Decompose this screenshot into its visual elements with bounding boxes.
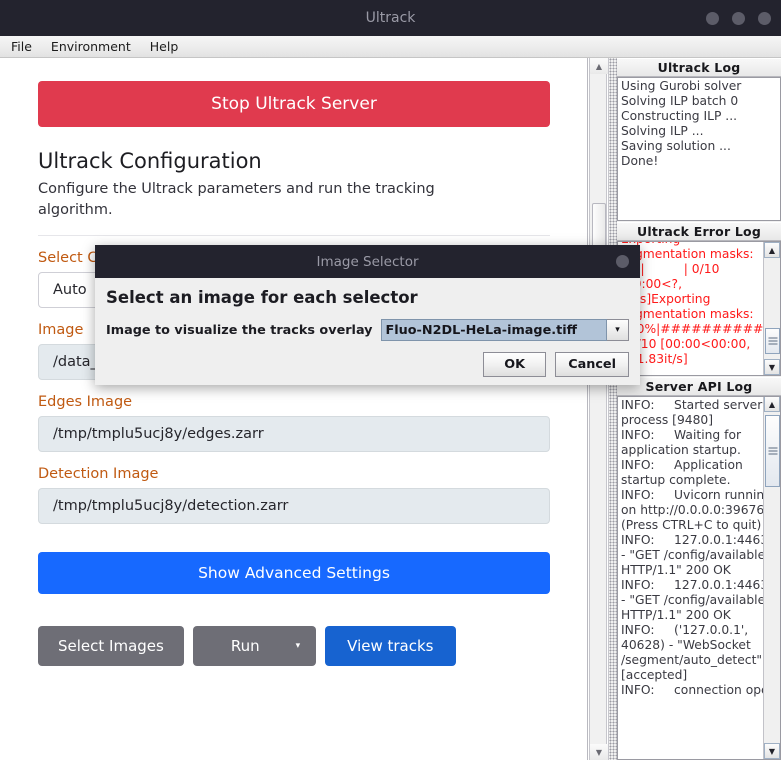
maximize-icon[interactable] [732,11,745,25]
scroll-down-icon[interactable]: ▼ [590,744,608,760]
run-split-button: Run ▾ [192,626,317,667]
chevron-down-icon[interactable]: ▾ [607,319,629,341]
page-title: Ultrack Configuration [38,149,262,173]
select-images-button[interactable]: Select Images [38,626,184,667]
pane-splitter[interactable] [608,58,617,760]
scrollbar-grip-icon [768,337,777,345]
ultrack-config-pane: Stop Ultrack Server Ultrack Configuratio… [0,58,588,760]
image-selector-dialog: Image Selector Select an image for each … [95,245,640,385]
scrollbar-thumb[interactable] [765,328,780,354]
dialog-button-row: OK Cancel [483,352,629,377]
combobox-value[interactable]: Fluo-N2DL-HeLa-image.tiff [380,319,607,341]
ok-button[interactable]: OK [483,352,547,377]
cancel-button[interactable]: Cancel [555,352,629,377]
show-advanced-settings-button[interactable]: Show Advanced Settings [38,552,550,595]
image-selector-row: Image to visualize the tracks overlay Fl… [106,319,629,341]
ultrack-log-text: Using Gurobi solver Solving ILP batch 0 … [621,79,742,168]
scroll-down-icon[interactable]: ▼ [764,743,780,759]
menubar: File Environment Help [0,36,781,58]
main-pane-scrollbar[interactable]: ▲ ▼ [589,58,608,760]
action-button-row: Select Images Run ▾ View tracks [38,626,550,667]
close-icon[interactable] [758,11,771,25]
server-log-scrollbar[interactable]: ▲ ▼ [763,397,780,759]
chevron-down-icon[interactable]: ▾ [294,641,317,651]
ultrack-error-log-text: 1.77it/s] Exporting segmentation masks: … [621,242,768,366]
server-api-log-text: INFO: Started server process [9480] INFO… [621,398,777,697]
scroll-up-icon[interactable]: ▲ [764,242,780,258]
menu-environment[interactable]: Environment [47,38,140,55]
minimize-icon[interactable] [706,11,719,25]
scroll-up-icon[interactable]: ▲ [764,397,780,412]
run-button[interactable]: Run [193,626,294,666]
application-window: Ultrack File Environment Help Stop Ultra… [0,0,781,760]
window-controls [706,0,771,36]
dialog-titlebar: Image Selector [95,245,640,278]
field-label-detection-image: Detection Image [38,466,159,483]
section-divider [38,235,550,237]
server-api-log-body[interactable]: INFO: Started server process [9480] INFO… [617,396,781,760]
menu-help[interactable]: Help [146,38,188,55]
ultrack-error-log-group: Ultrack Error Log 1.77it/s] Exporting se… [617,222,781,376]
ultrack-log-body[interactable]: Using Gurobi solver Solving ILP batch 0 … [617,77,781,221]
close-icon[interactable] [616,255,629,268]
ultrack-log-group: Ultrack Log Using Gurobi solver Solving … [617,58,781,221]
scroll-up-icon[interactable]: ▲ [590,58,608,74]
view-tracks-button[interactable]: View tracks [325,626,456,667]
window-titlebar: Ultrack [0,0,781,36]
edges-image-path-field[interactable]: /tmp/tmplu5ucj8y/edges.zarr [38,416,550,453]
logs-pane: Ultrack Log Using Gurobi solver Solving … [617,58,781,760]
server-api-log-group: Server API Log INFO: Started server proc… [617,377,781,760]
scrollbar-thumb[interactable] [765,415,780,487]
dialog-title: Image Selector [316,253,419,270]
field-label-edges-image: Edges Image [38,394,133,411]
page-description: Configure the Ultrack parameters and run… [38,181,435,219]
menu-file[interactable]: File [7,38,41,55]
detection-image-path-field[interactable]: /tmp/tmplu5ucj8y/detection.zarr [38,488,550,525]
error-log-scrollbar[interactable]: ▲ ▼ [763,242,780,375]
server-api-log-title: Server API Log [617,377,781,396]
dialog-heading: Select an image for each selector [106,288,418,307]
ultrack-log-title: Ultrack Log [617,58,781,77]
scrollbar-grip-icon [768,447,777,455]
dialog-body: Select an image for each selector Image … [95,278,640,385]
scroll-down-icon[interactable]: ▼ [764,359,780,375]
image-selector-label: Image to visualize the tracks overlay [106,322,373,338]
ultrack-error-log-body[interactable]: 1.77it/s] Exporting segmentation masks: … [617,241,781,376]
window-title: Ultrack [365,10,416,26]
stop-ultrack-server-button[interactable]: Stop Ultrack Server [38,81,550,127]
ultrack-error-log-title: Ultrack Error Log [617,222,781,241]
image-selector-combobox[interactable]: Fluo-N2DL-HeLa-image.tiff ▾ [380,319,629,341]
